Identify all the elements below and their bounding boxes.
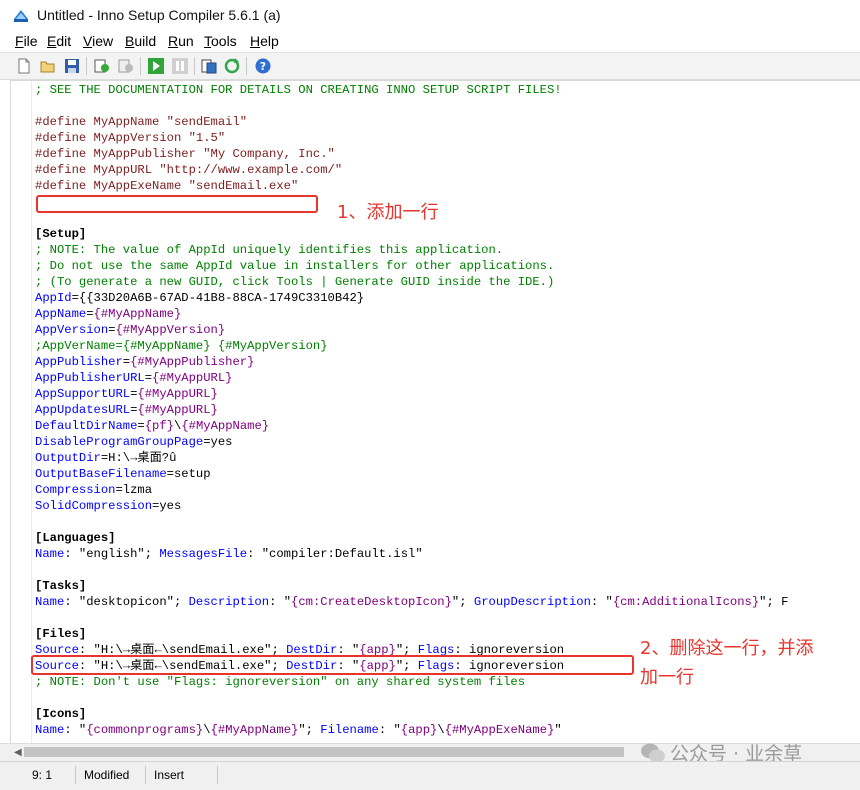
menu-view[interactable]: View xyxy=(83,33,113,49)
title-bar: Untitled - Inno Setup Compiler 5.6.1 (a) xyxy=(0,0,860,31)
code-line: ; NOTE: Don't use "Flags: ignoreversion"… xyxy=(35,675,526,689)
code-line: ; Do not use the same AppId value in ins… xyxy=(35,259,555,273)
code-line: [Files] xyxy=(35,627,87,641)
editor-gutter xyxy=(11,81,32,744)
menu-help[interactable]: Help xyxy=(250,33,279,49)
code-line: OutputBaseFilename=setup xyxy=(35,467,211,481)
toolbar-separator xyxy=(140,57,141,75)
code-line: DefaultDirName={pf}\{#MyAppName} xyxy=(35,419,270,433)
toolbar-separator xyxy=(194,57,195,75)
code-line: #define MyAppURL "http://www.example.com… xyxy=(35,163,343,177)
menu-build[interactable]: Build xyxy=(125,33,156,49)
menu-tools[interactable]: Tools xyxy=(204,33,237,49)
scroll-left-icon[interactable]: ◀ xyxy=(14,747,22,758)
annotation-box-delete-line xyxy=(31,655,634,675)
code-line: ; SEE THE DOCUMENTATION FOR DETAILS ON C… xyxy=(35,83,562,97)
svg-text:?: ? xyxy=(260,60,266,73)
inno-setup-app-icon xyxy=(14,10,28,22)
menu-edit[interactable]: Edit xyxy=(47,33,71,49)
stop-compile-icon[interactable] xyxy=(117,57,135,75)
annotation-note-2-line1: 2、删除这一行，并添 xyxy=(640,638,814,659)
annotation-box-add-line xyxy=(36,195,318,213)
code-line: AppId={{33D20A6B-67AD-41B8-88CA-1749C331… xyxy=(35,291,365,305)
annotation-note-2-line2: 加一行 xyxy=(640,667,694,688)
code-line: AppPublisher={#MyAppPublisher} xyxy=(35,355,255,369)
code-line: DisableProgramGroupPage=yes xyxy=(35,435,233,449)
code-line: SolidCompression=yes xyxy=(35,499,182,513)
code-line: [Languages] xyxy=(35,531,116,545)
code-line: ; NOTE: The value of AppId uniquely iden… xyxy=(35,243,504,257)
code-line: AppUpdatesURL={#MyAppURL} xyxy=(35,403,218,417)
code-line: #define MyAppName "sendEmail" xyxy=(35,115,248,129)
modified-indicator: Modified xyxy=(78,766,146,784)
help-icon[interactable]: ? xyxy=(254,57,272,75)
code-line: #define MyAppVersion "1.5" xyxy=(35,131,226,145)
refresh-icon[interactable] xyxy=(223,57,241,75)
code-line: #define MyAppExeName "sendEmail.exe" xyxy=(35,179,299,193)
save-icon[interactable] xyxy=(63,57,81,75)
code-line: AppPublisherURL={#MyAppURL} xyxy=(35,371,233,385)
menu-file[interactable]: File xyxy=(15,33,38,49)
insert-mode-indicator: Insert xyxy=(148,766,218,784)
code-line: AppName={#MyAppName} xyxy=(35,307,182,321)
scrollbar-thumb[interactable] xyxy=(24,747,624,757)
toolbar: ? xyxy=(0,53,860,80)
toolbar-separator xyxy=(86,57,87,75)
code-line: [Tasks] xyxy=(35,579,87,593)
cursor-position: 9: 1 xyxy=(26,766,76,784)
code-line: [Icons] xyxy=(35,707,87,721)
code-line: ;AppVerName={#MyAppName} {#MyAppVersion} xyxy=(35,339,328,353)
code-line: Compression=lzma xyxy=(35,483,153,497)
code-line: Name: "{commonprograms}\{#MyAppName}"; F… xyxy=(35,723,562,737)
run-icon[interactable] xyxy=(147,57,165,75)
compile-icon[interactable] xyxy=(93,57,111,75)
code-line: ; (To generate a new GUID, click Tools |… xyxy=(35,275,555,289)
open-file-icon[interactable] xyxy=(39,57,57,75)
code-line: Name: "desktopicon"; Description: "{cm:C… xyxy=(35,595,789,609)
code-line: OutputDir=H:\→桌面?û xyxy=(35,451,177,465)
code-line: #define MyAppPublisher "My Company, Inc.… xyxy=(35,147,335,161)
new-file-icon[interactable] xyxy=(15,57,33,75)
pause-icon[interactable] xyxy=(171,57,189,75)
menu-bar: File Edit View Build Run Tools Help xyxy=(0,31,860,53)
code-line: AppSupportURL={#MyAppURL} xyxy=(35,387,218,401)
toolbar-separator xyxy=(246,57,247,75)
target-icon[interactable] xyxy=(200,57,218,75)
code-line: AppVersion={#MyAppVersion} xyxy=(35,323,226,337)
code-line: Name: "english"; MessagesFile: "compiler… xyxy=(35,547,423,561)
status-bar: 9: 1 Modified Insert xyxy=(0,761,860,790)
code-line: [Setup] xyxy=(35,227,87,241)
annotation-note-1: 1、添加一行 xyxy=(337,202,439,223)
window-title: Untitled - Inno Setup Compiler 5.6.1 (a) xyxy=(37,7,281,23)
menu-run[interactable]: Run xyxy=(168,33,194,49)
